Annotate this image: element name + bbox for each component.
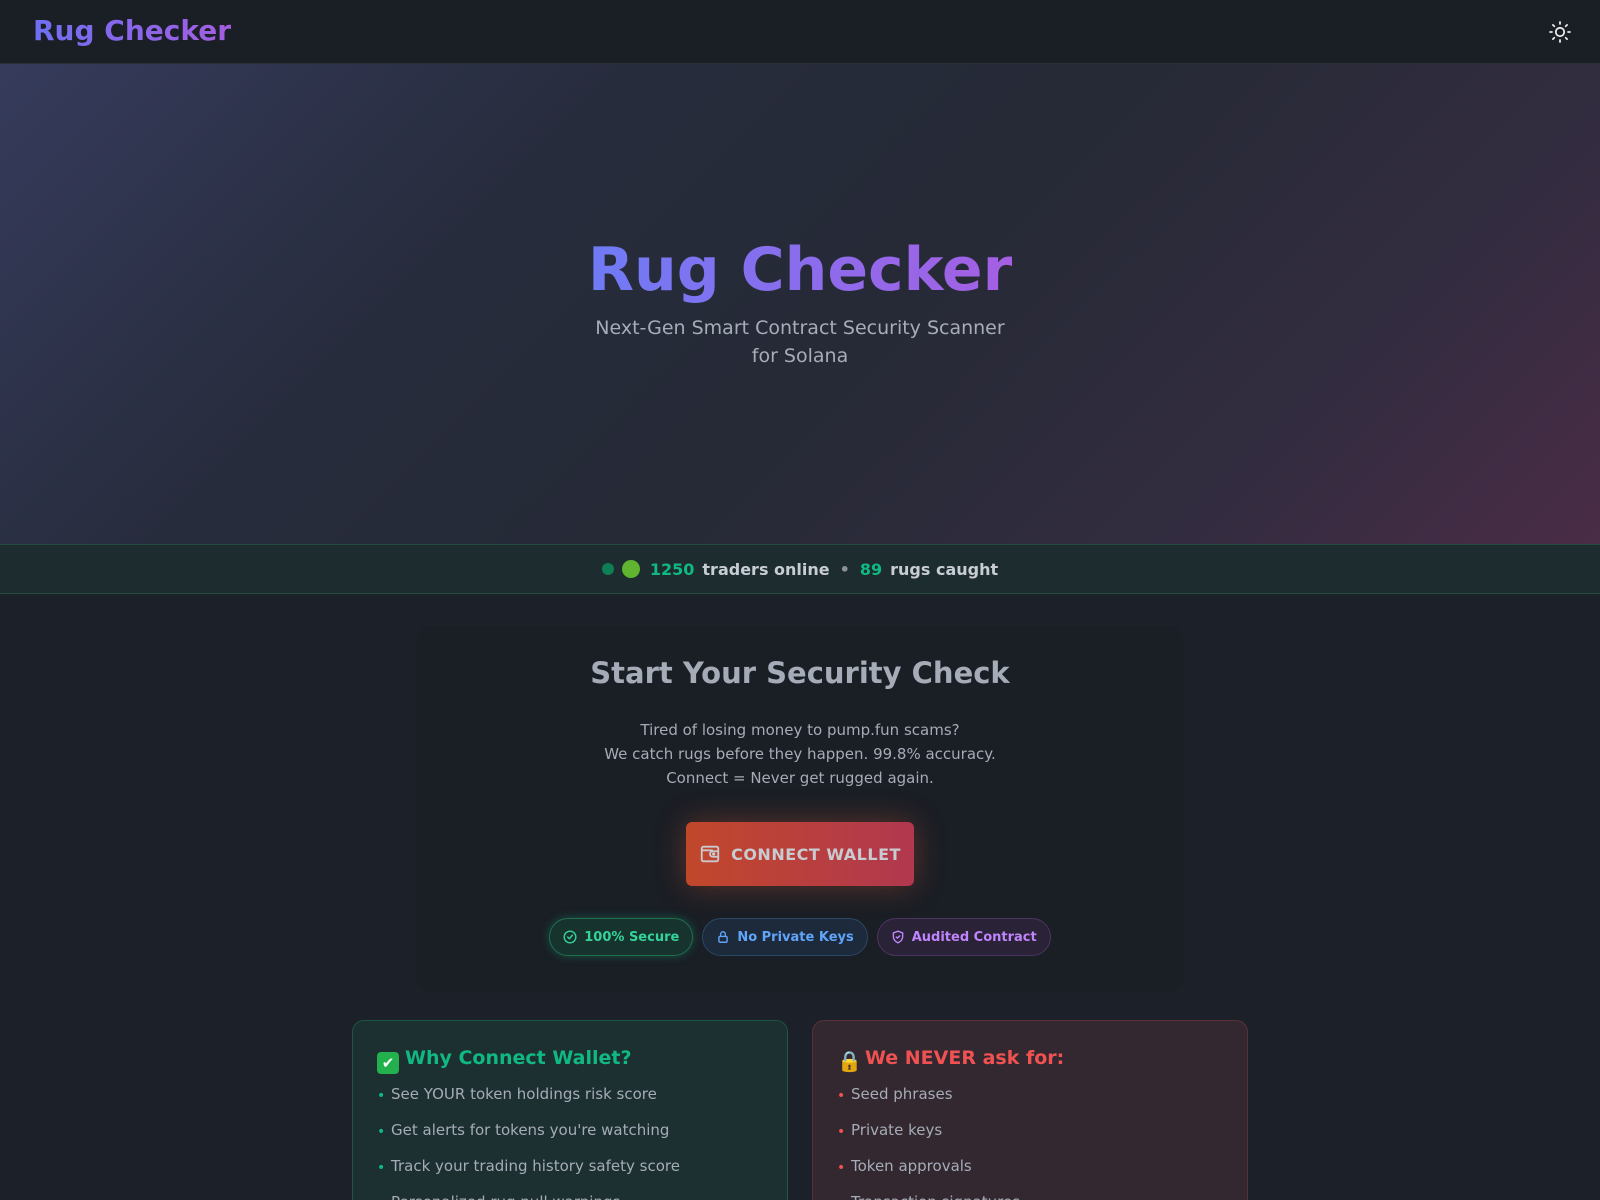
list-item: • Get alerts for tokens you're watching	[377, 1119, 680, 1155]
card-desc-line: We catch rugs before they happen. 99.8% …	[604, 745, 996, 763]
badge-secure: 100% Secure	[549, 918, 694, 956]
security-check-card: Start Your Security Check Tired of losin…	[416, 626, 1184, 992]
list-item: •Transaction signatures	[837, 1191, 1020, 1200]
trust-badges: 100% Secure No Private Keys Audited Cont…	[416, 918, 1184, 956]
hero-title-text: Rug Checker	[587, 235, 1013, 305]
card-title: Start Your Security Check	[590, 656, 1010, 690]
live-stats-bar: 1250 traders online • 89 rugs caught	[0, 544, 1600, 594]
bullet-icon: •	[837, 1124, 846, 1140]
bullet-icon: •	[837, 1191, 851, 1200]
why-connect-list: • See YOUR token holdings risk score • Get…	[377, 1083, 680, 1200]
connect-wallet-label: CONNECT WALLET	[731, 844, 901, 864]
bullet-icon: •	[377, 1191, 391, 1200]
bullet-icon: •	[837, 1160, 846, 1176]
live-indicator-dot	[601, 563, 614, 575]
list-item-text: Seed phrases	[851, 1085, 953, 1103]
badge-audited: Audited Contract	[876, 918, 1051, 956]
list-item-text: Personalized rug pull warnings	[391, 1191, 620, 1200]
bullet-icon: •	[837, 1088, 846, 1104]
top-navbar: Rug Checker	[0, 0, 1600, 64]
online-label: traders online	[702, 559, 830, 579]
never-ask-list: • Seed phrases • Private keys • Token appro…	[837, 1083, 1020, 1200]
theme-toggle-button[interactable]	[1548, 20, 1572, 44]
list-item-text: See YOUR token holdings risk score	[391, 1085, 657, 1103]
list-item: • See YOUR token holdings risk score	[377, 1083, 680, 1119]
card-desc-line: Tired of losing money to pump.fun scams?	[640, 721, 960, 739]
shield-check-icon	[892, 930, 904, 944]
bullet-icon: •	[377, 1160, 386, 1176]
why-connect-title-text: Why Connect Wallet?	[405, 1047, 632, 1069]
lock-icon	[718, 931, 729, 943]
never-ask-panel: 🔒 We NEVER ask for: • Seed phrases • Privat…	[812, 1020, 1248, 1200]
bullet-icon: •	[377, 1088, 386, 1104]
list-item-text: Transaction signatures	[851, 1191, 1020, 1200]
badge-no-private-keys: No Private Keys	[702, 918, 868, 956]
badge-secure-label: 100% Secure	[584, 929, 680, 945]
never-ask-title-text: We NEVER ask for:	[865, 1047, 1065, 1069]
bullet-icon: •	[377, 1124, 386, 1140]
check-circle-icon	[563, 930, 577, 944]
list-item-text: Get alerts for tokens you're watching	[391, 1121, 670, 1139]
online-count: 1250	[649, 559, 695, 579]
list-item: •Personalized rug pull warnings	[377, 1191, 680, 1200]
list-item-text: Track your trading history safety score	[391, 1157, 680, 1175]
stats-separator: •	[839, 559, 850, 579]
card-description: Tired of losing money to pump.fun scams?…	[416, 718, 1184, 790]
rugs-label: rugs caught	[890, 559, 999, 579]
wallet-icon	[700, 845, 720, 863]
hero-section: Rug Checker Next-Gen Smart Contract Secu…	[0, 64, 1600, 544]
list-item-text: Token approvals	[851, 1157, 972, 1175]
list-item: • Seed phrases	[837, 1083, 1020, 1119]
brand-logo[interactable]: Rug Checker	[33, 14, 231, 47]
why-connect-panel: ✔ Why Connect Wallet? • See YOUR token hol…	[352, 1020, 788, 1200]
list-item: • Private keys	[837, 1119, 1020, 1155]
why-connect-title: ✔ Why Connect Wallet?	[377, 1047, 632, 1074]
list-item: • Track your trading history safety score	[377, 1155, 680, 1191]
sun-icon	[1549, 21, 1571, 43]
rugs-count: 89	[859, 559, 883, 579]
lock-emoji-icon: 🔒	[837, 1049, 862, 1073]
badge-no-private-keys-label: No Private Keys	[737, 929, 854, 945]
hero-title: Rug Checker	[0, 234, 1600, 306]
check-mark-icon: ✔	[377, 1052, 399, 1074]
hero-subtitle: Next-Gen Smart Contract Security Scanner…	[595, 317, 1005, 367]
never-ask-title: 🔒 We NEVER ask for:	[837, 1047, 1064, 1072]
connect-wallet-button[interactable]: CONNECT WALLET	[686, 822, 914, 886]
card-desc-line: Connect = Never get rugged again.	[666, 769, 934, 787]
green-circle-icon	[621, 560, 640, 578]
list-item-text: Private keys	[851, 1121, 943, 1139]
badge-audited-label: Audited Contract	[911, 929, 1037, 945]
list-item: • Token approvals	[837, 1155, 1020, 1191]
